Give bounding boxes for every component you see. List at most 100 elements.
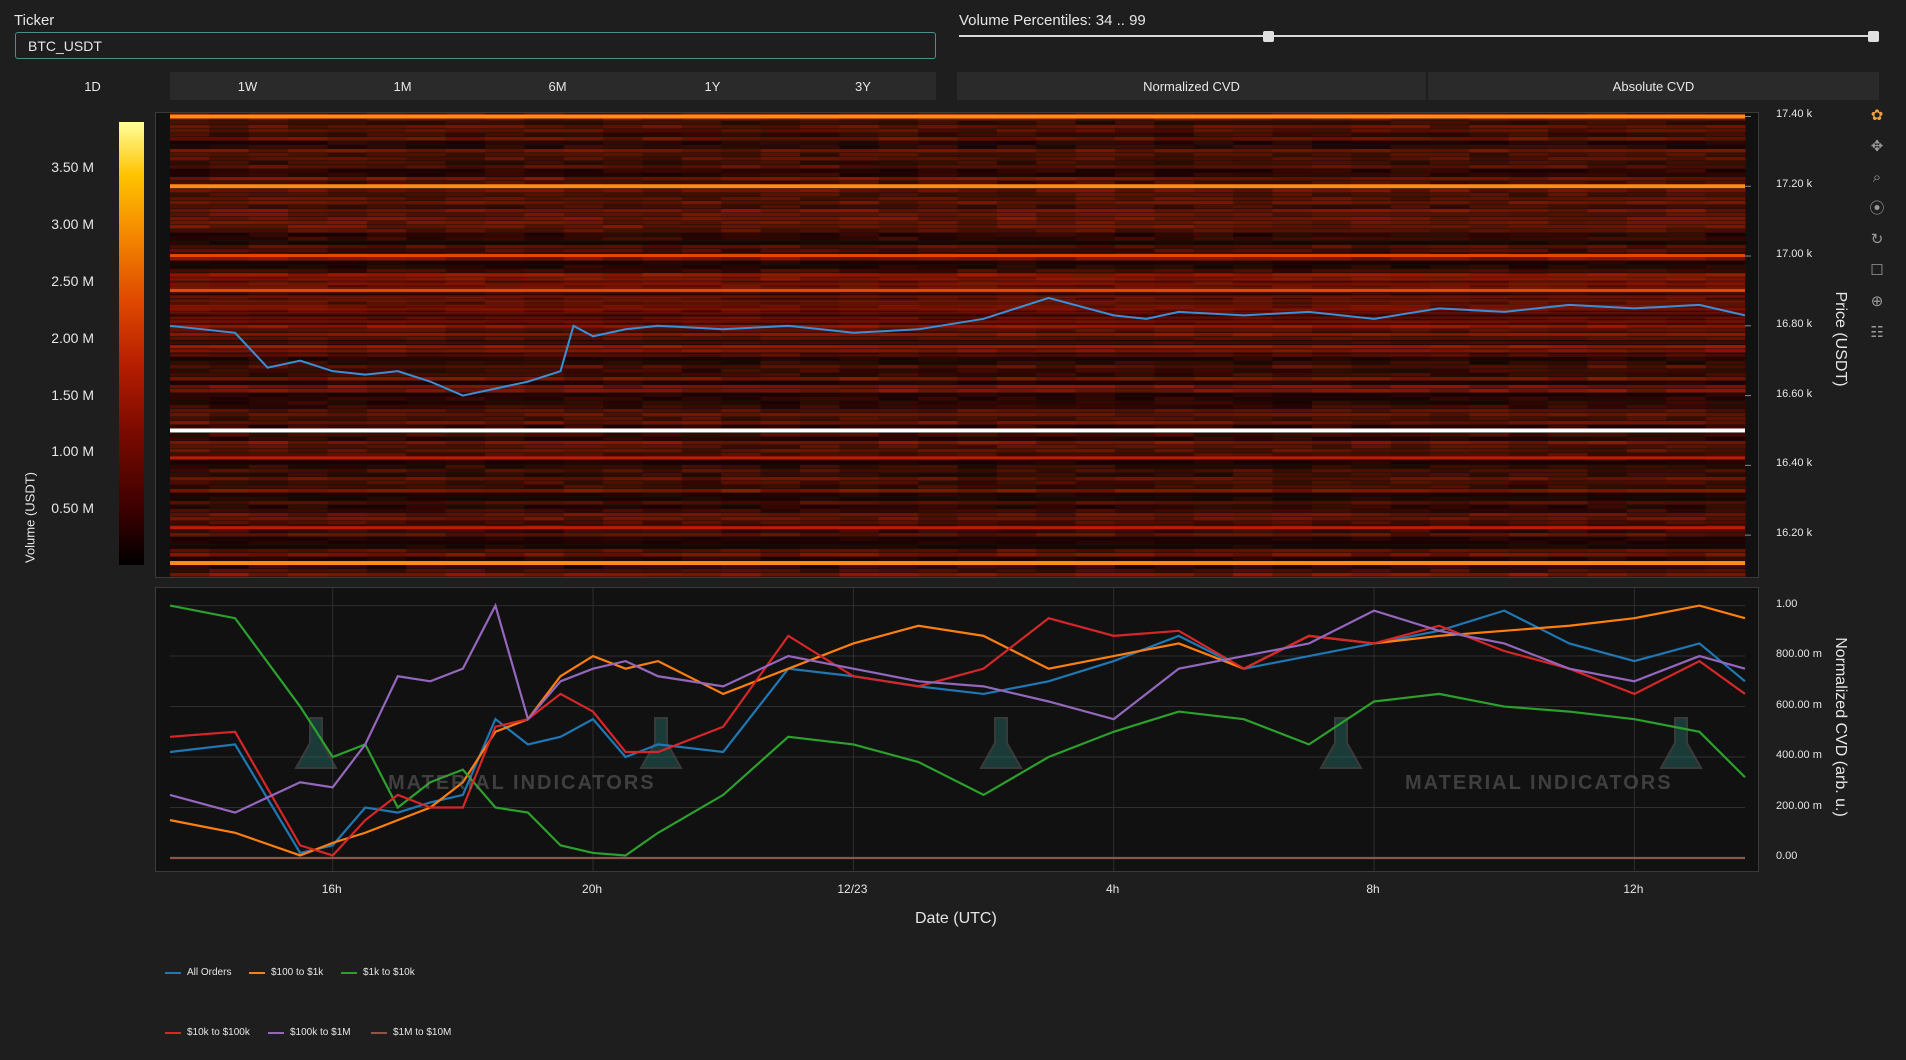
heatmap-cell [209, 441, 250, 445]
heatmap-cell [327, 209, 368, 213]
heatmap-cell [1075, 205, 1116, 209]
heatmap-cell [485, 453, 525, 457]
liquidity-level[interactable] [170, 114, 1745, 119]
heatmap-cell [1666, 557, 1707, 561]
cvd-svg[interactable] [156, 588, 1758, 871]
absolute-cvd-button[interactable]: Absolute CVD [1428, 72, 1879, 100]
heatmap-cell [1705, 445, 1746, 449]
crosshair-icon[interactable]: ⊕ [1868, 293, 1886, 311]
range-button-6m[interactable]: 6M [480, 72, 635, 100]
heatmap-cell [1272, 501, 1313, 505]
legend-item-1m-to-10m[interactable]: $1M to $10M [371, 1027, 451, 1038]
legend-item-10k-to-100k[interactable]: $10k to $100k [165, 1027, 250, 1038]
liquidity-level[interactable] [170, 184, 1745, 189]
heatmap-cell [1390, 373, 1431, 377]
heatmap-cell [1272, 389, 1313, 393]
orderbook-heatmap-panel[interactable] [155, 112, 1759, 578]
percentile-slider-high-handle[interactable] [1868, 31, 1879, 42]
heatmap-cell [1272, 229, 1313, 233]
heatmap-row [170, 241, 1746, 245]
heatmap-cell [1705, 265, 1746, 269]
heatmap-cell [1351, 169, 1392, 173]
heatmap-cell [406, 441, 447, 445]
heatmap-cell [1036, 409, 1077, 413]
cvd-series-line[interactable] [169, 604, 1746, 857]
legend-item-100k-to-1m[interactable]: $100k to $1M [268, 1027, 351, 1038]
lasso-icon[interactable]: ⦿ [1868, 200, 1886, 218]
heatmap-cell [170, 505, 210, 509]
plotly-logo-icon[interactable]: ✿ [1868, 107, 1886, 125]
heatmap-cell [170, 537, 210, 541]
heatmap-cell [760, 517, 801, 521]
heatmap-cell [1548, 129, 1588, 133]
heatmap-svg[interactable] [156, 113, 1758, 577]
heatmap-cell [918, 125, 958, 129]
liquidity-level[interactable] [170, 288, 1745, 292]
reset-icon[interactable]: ↻ [1868, 231, 1886, 249]
heatmap-cell [1587, 237, 1628, 241]
heatmap-row [170, 505, 1746, 509]
heatmap-cell [248, 233, 289, 237]
heatmap-cell [288, 437, 328, 441]
heatmap-cell [1587, 197, 1628, 201]
heatmap-cell [485, 269, 525, 273]
heatmap-cell [681, 261, 722, 265]
heatmap-cell [603, 409, 643, 413]
heatmap-cell [603, 237, 643, 241]
pan-icon[interactable]: ✥ [1868, 138, 1886, 156]
download-icon[interactable]: ☐ [1868, 262, 1886, 280]
cvd-series-line[interactable] [169, 616, 1746, 857]
heatmap-cell [485, 129, 525, 133]
heatmap-cell [603, 449, 643, 453]
heatmap-cell [1705, 413, 1746, 417]
liquidity-level[interactable] [170, 428, 1745, 433]
legend-item-all-orders[interactable]: All Orders [165, 967, 231, 978]
legend-item-100-to-1k[interactable]: $100 to $1k [249, 967, 323, 978]
heatmap-cell [1272, 473, 1313, 477]
heatmap-cell [800, 205, 840, 209]
heatmap-row [170, 501, 1746, 505]
heatmap-cell [1626, 181, 1667, 185]
heatmap-cell [366, 505, 407, 509]
liquidity-level[interactable] [170, 254, 1745, 258]
heatmap-cell [1430, 173, 1470, 177]
heatmap-cell [681, 265, 722, 269]
range-button-3y[interactable]: 3Y [790, 72, 936, 100]
heatmap-row [170, 553, 1746, 557]
range-button-1y[interactable]: 1Y [635, 72, 790, 100]
heatmap-cell [445, 173, 486, 177]
percentile-slider-low-handle[interactable] [1263, 31, 1275, 42]
heatmap-cell [800, 153, 840, 157]
heatmap-cell [248, 205, 289, 209]
heatmap-cell [445, 369, 486, 373]
heatmap-cell [1311, 565, 1352, 569]
cvd-chart-panel[interactable] [155, 587, 1759, 872]
heatmap-cell [524, 437, 565, 441]
heatmap-cell [839, 373, 880, 377]
heatmap-cell [1036, 449, 1077, 453]
heatmap-cell [878, 241, 919, 245]
heatmap-cell [445, 177, 486, 181]
legend-item-1k-to-10k[interactable]: $1k to $10k [341, 967, 415, 978]
heatmap-cell [1233, 537, 1273, 541]
percentile-slider-track[interactable] [959, 35, 1878, 37]
comment-icon[interactable]: ☷ [1868, 324, 1886, 342]
heatmap-cell [957, 453, 998, 457]
range-button-1w[interactable]: 1W [170, 72, 325, 100]
heatmap-cell [209, 133, 250, 137]
liquidity-level[interactable] [170, 561, 1745, 566]
heatmap-cell [563, 397, 604, 401]
heatmap-cell [721, 133, 762, 137]
ticker-input[interactable] [15, 32, 936, 59]
heatmap-cell [1075, 137, 1116, 141]
heatmap-cell [1311, 409, 1352, 413]
liquidity-level[interactable] [170, 526, 1745, 530]
zoom-icon[interactable]: ⌕ [1868, 169, 1886, 187]
heatmap-cell [721, 485, 762, 489]
range-button-1d[interactable]: 1D [15, 72, 170, 100]
normalized-cvd-button[interactable]: Normalized CVD [957, 72, 1426, 100]
liquidity-level[interactable] [170, 456, 1745, 460]
heatmap-cell [1705, 437, 1746, 441]
range-button-1m[interactable]: 1M [325, 72, 480, 100]
heatmap-cell [1193, 201, 1234, 205]
